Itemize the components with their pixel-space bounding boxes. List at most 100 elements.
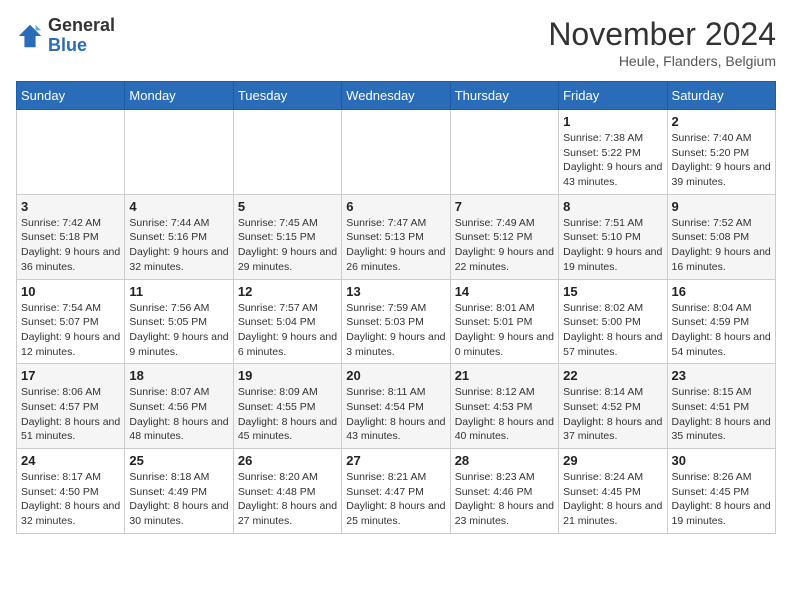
day-cell: 5 Sunrise: 7:45 AM Sunset: 5:15 PM Daylig… <box>233 194 341 279</box>
day-info: Sunrise: 8:26 AM Sunset: 4:45 PM Dayligh… <box>672 470 771 529</box>
day-info: Sunrise: 8:11 AM Sunset: 4:54 PM Dayligh… <box>346 385 445 444</box>
day-number: 18 <box>129 368 228 383</box>
day-number: 6 <box>346 199 445 214</box>
day-cell: 25 Sunrise: 8:18 AM Sunset: 4:49 PM Dayli… <box>125 449 233 534</box>
logo-general-text: General <box>48 16 115 36</box>
day-number: 20 <box>346 368 445 383</box>
day-cell: 8 Sunrise: 7:51 AM Sunset: 5:10 PM Daylig… <box>559 194 667 279</box>
day-number: 26 <box>238 453 337 468</box>
day-cell <box>125 110 233 195</box>
day-number: 10 <box>21 284 120 299</box>
day-number: 1 <box>563 114 662 129</box>
day-cell: 19 Sunrise: 8:09 AM Sunset: 4:55 PM Dayli… <box>233 364 341 449</box>
day-info: Sunrise: 7:40 AM Sunset: 5:20 PM Dayligh… <box>672 131 771 190</box>
day-info: Sunrise: 8:02 AM Sunset: 5:00 PM Dayligh… <box>563 301 662 360</box>
day-info: Sunrise: 7:57 AM Sunset: 5:04 PM Dayligh… <box>238 301 337 360</box>
day-number: 14 <box>455 284 554 299</box>
day-info: Sunrise: 8:15 AM Sunset: 4:51 PM Dayligh… <box>672 385 771 444</box>
day-cell: 23Sunrise: 8:15 AM Sunset: 4:51 PM Dayli… <box>667 364 775 449</box>
header: General Blue November 2024 Heule, Flande… <box>16 16 776 69</box>
day-cell: 20 Sunrise: 8:11 AM Sunset: 4:54 PM Dayli… <box>342 364 450 449</box>
day-number: 17 <box>21 368 120 383</box>
day-number: 7 <box>455 199 554 214</box>
day-number: 4 <box>129 199 228 214</box>
day-info: Sunrise: 7:42 AM Sunset: 5:18 PM Dayligh… <box>21 216 120 275</box>
day-cell: 9 Sunrise: 7:52 AM Sunset: 5:08 PM Daylig… <box>667 194 775 279</box>
day-info: Sunrise: 7:56 AM Sunset: 5:05 PM Dayligh… <box>129 301 228 360</box>
day-number: 22 <box>563 368 662 383</box>
day-info: Sunrise: 8:04 AM Sunset: 4:59 PM Dayligh… <box>672 301 771 360</box>
day-number: 2 <box>672 114 771 129</box>
day-number: 25 <box>129 453 228 468</box>
weekday-header-thursday: Thursday <box>450 82 558 110</box>
day-info: Sunrise: 8:09 AM Sunset: 4:55 PM Dayligh… <box>238 385 337 444</box>
day-info: Sunrise: 8:21 AM Sunset: 4:47 PM Dayligh… <box>346 470 445 529</box>
day-info: Sunrise: 8:20 AM Sunset: 4:48 PM Dayligh… <box>238 470 337 529</box>
day-cell: 21Sunrise: 8:12 AM Sunset: 4:53 PM Dayli… <box>450 364 558 449</box>
week-row-3: 10 Sunrise: 7:54 AM Sunset: 5:07 PM Dayli… <box>17 279 776 364</box>
day-number: 9 <box>672 199 771 214</box>
day-info: Sunrise: 7:47 AM Sunset: 5:13 PM Dayligh… <box>346 216 445 275</box>
day-info: Sunrise: 7:45 AM Sunset: 5:15 PM Dayligh… <box>238 216 337 275</box>
day-cell: 15 Sunrise: 8:02 AM Sunset: 5:00 PM Dayli… <box>559 279 667 364</box>
day-number: 12 <box>238 284 337 299</box>
day-number: 24 <box>21 453 120 468</box>
day-info: Sunrise: 7:38 AM Sunset: 5:22 PM Dayligh… <box>563 131 662 190</box>
day-number: 16 <box>672 284 771 299</box>
day-number: 8 <box>563 199 662 214</box>
day-number: 15 <box>563 284 662 299</box>
day-cell: 6 Sunrise: 7:47 AM Sunset: 5:13 PM Daylig… <box>342 194 450 279</box>
day-cell: 1 Sunrise: 7:38 AM Sunset: 5:22 PM Daylig… <box>559 110 667 195</box>
day-info: Sunrise: 7:52 AM Sunset: 5:08 PM Dayligh… <box>672 216 771 275</box>
day-number: 13 <box>346 284 445 299</box>
day-cell: 29 Sunrise: 8:24 AM Sunset: 4:45 PM Dayli… <box>559 449 667 534</box>
week-row-5: 24 Sunrise: 8:17 AM Sunset: 4:50 PM Dayli… <box>17 449 776 534</box>
logo-icon <box>16 22 44 50</box>
day-info: Sunrise: 8:14 AM Sunset: 4:52 PM Dayligh… <box>563 385 662 444</box>
day-cell: 4 Sunrise: 7:44 AM Sunset: 5:16 PM Daylig… <box>125 194 233 279</box>
day-cell: 10 Sunrise: 7:54 AM Sunset: 5:07 PM Dayli… <box>17 279 125 364</box>
day-number: 11 <box>129 284 228 299</box>
day-cell: 3 Sunrise: 7:42 AM Sunset: 5:18 PM Daylig… <box>17 194 125 279</box>
day-info: Sunrise: 8:07 AM Sunset: 4:56 PM Dayligh… <box>129 385 228 444</box>
day-cell: 18 Sunrise: 8:07 AM Sunset: 4:56 PM Dayli… <box>125 364 233 449</box>
day-cell: 27Sunrise: 8:21 AM Sunset: 4:47 PM Dayli… <box>342 449 450 534</box>
day-number: 3 <box>21 199 120 214</box>
day-info: Sunrise: 7:49 AM Sunset: 5:12 PM Dayligh… <box>455 216 554 275</box>
calendar: SundayMondayTuesdayWednesdayThursdayFrid… <box>16 81 776 534</box>
day-number: 5 <box>238 199 337 214</box>
day-number: 19 <box>238 368 337 383</box>
day-info: Sunrise: 7:44 AM Sunset: 5:16 PM Dayligh… <box>129 216 228 275</box>
day-cell <box>450 110 558 195</box>
day-info: Sunrise: 8:17 AM Sunset: 4:50 PM Dayligh… <box>21 470 120 529</box>
day-cell: 28 Sunrise: 8:23 AM Sunset: 4:46 PM Dayli… <box>450 449 558 534</box>
day-cell: 11 Sunrise: 7:56 AM Sunset: 5:05 PM Dayli… <box>125 279 233 364</box>
logo-blue-text: Blue <box>48 36 115 56</box>
day-cell: 22 Sunrise: 8:14 AM Sunset: 4:52 PM Dayli… <box>559 364 667 449</box>
day-info: Sunrise: 8:23 AM Sunset: 4:46 PM Dayligh… <box>455 470 554 529</box>
day-info: Sunrise: 8:01 AM Sunset: 5:01 PM Dayligh… <box>455 301 554 360</box>
week-row-2: 3 Sunrise: 7:42 AM Sunset: 5:18 PM Daylig… <box>17 194 776 279</box>
week-row-1: 1 Sunrise: 7:38 AM Sunset: 5:22 PM Daylig… <box>17 110 776 195</box>
day-cell: 7 Sunrise: 7:49 AM Sunset: 5:12 PM Daylig… <box>450 194 558 279</box>
weekday-header-row: SundayMondayTuesdayWednesdayThursdayFrid… <box>17 82 776 110</box>
weekday-header-saturday: Saturday <box>667 82 775 110</box>
day-number: 28 <box>455 453 554 468</box>
day-cell: 24 Sunrise: 8:17 AM Sunset: 4:50 PM Dayli… <box>17 449 125 534</box>
weekday-header-monday: Monday <box>125 82 233 110</box>
day-cell <box>17 110 125 195</box>
day-info: Sunrise: 7:51 AM Sunset: 5:10 PM Dayligh… <box>563 216 662 275</box>
location: Heule, Flanders, Belgium <box>548 53 776 69</box>
day-cell: 26 Sunrise: 8:20 AM Sunset: 4:48 PM Dayli… <box>233 449 341 534</box>
day-number: 29 <box>563 453 662 468</box>
weekday-header-wednesday: Wednesday <box>342 82 450 110</box>
day-number: 30 <box>672 453 771 468</box>
day-cell: 13Sunrise: 7:59 AM Sunset: 5:03 PM Dayli… <box>342 279 450 364</box>
day-info: Sunrise: 8:24 AM Sunset: 4:45 PM Dayligh… <box>563 470 662 529</box>
weekday-header-tuesday: Tuesday <box>233 82 341 110</box>
day-cell: 12 Sunrise: 7:57 AM Sunset: 5:04 PM Dayli… <box>233 279 341 364</box>
day-info: Sunrise: 8:06 AM Sunset: 4:57 PM Dayligh… <box>21 385 120 444</box>
day-info: Sunrise: 7:54 AM Sunset: 5:07 PM Dayligh… <box>21 301 120 360</box>
day-info: Sunrise: 8:18 AM Sunset: 4:49 PM Dayligh… <box>129 470 228 529</box>
day-info: Sunrise: 8:12 AM Sunset: 4:53 PM Dayligh… <box>455 385 554 444</box>
